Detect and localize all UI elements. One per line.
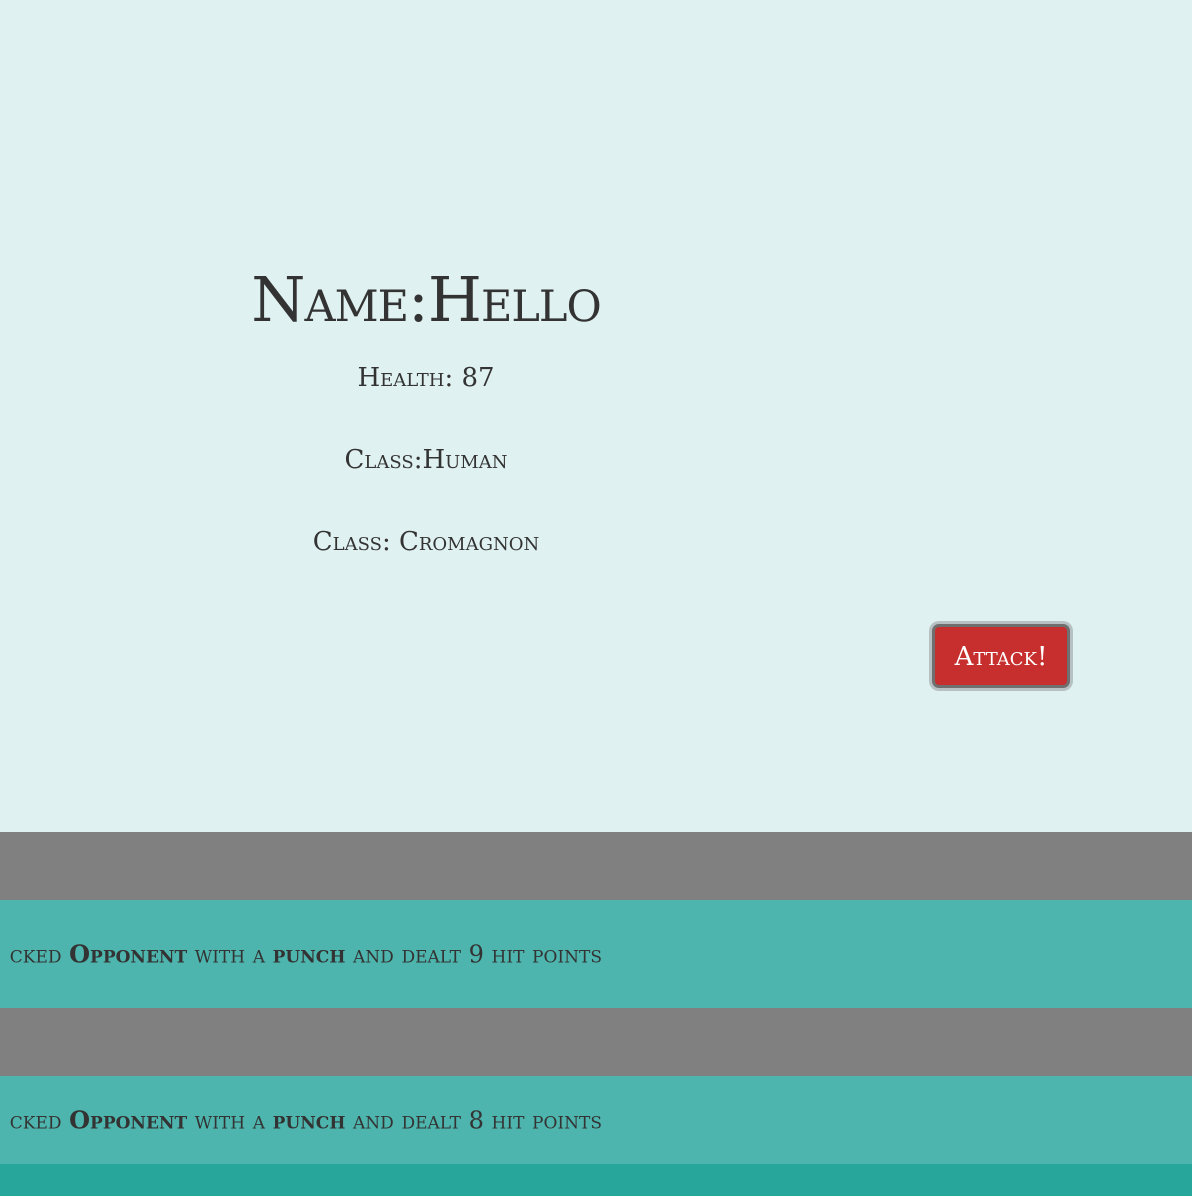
player-card: Name:Hello Health: 87 Class:Human Class:… [226,255,626,557]
log-entry-weapon: punch [272,939,346,969]
log-entry-target: Opponent [69,939,188,969]
player-health: Health: 87 [357,363,495,393]
log-entry-mid: with a [194,940,265,969]
attack-button[interactable]: Attack! [932,624,1070,688]
player-name: Name:Hello [251,263,601,336]
log-entry: cked Opponent with a punch and dealt 8 h… [0,1076,1192,1164]
player-subclass: Class: Cromagnon [312,527,540,557]
game-stage: Name:Hello Health: 87 Class:Human Class:… [0,0,1192,832]
combat-log: cked Opponent with a punch and dealt 9 h… [0,832,1192,1196]
log-entry-tail: and dealt 9 hit points [353,940,602,969]
player-class: Class:Human [344,445,508,475]
log-entry-target: Opponent [69,1105,188,1135]
log-entry-text: cked Opponent with a punch and dealt 9 h… [10,940,602,969]
footer-bar [0,1164,1192,1196]
log-entry-weapon: punch [272,1105,346,1135]
log-entry-prefix: cked [9,1106,62,1135]
log-entry-tail: and dealt 8 hit points [353,1106,602,1135]
log-entry-text: cked Opponent with a punch and dealt 8 h… [10,1106,602,1135]
log-entry-prefix: cked [9,940,62,969]
log-entry: cked Opponent with a punch and dealt 9 h… [0,900,1192,1008]
log-divider [0,1008,1192,1076]
log-divider [0,832,1192,900]
log-entry-mid: with a [194,1106,265,1135]
